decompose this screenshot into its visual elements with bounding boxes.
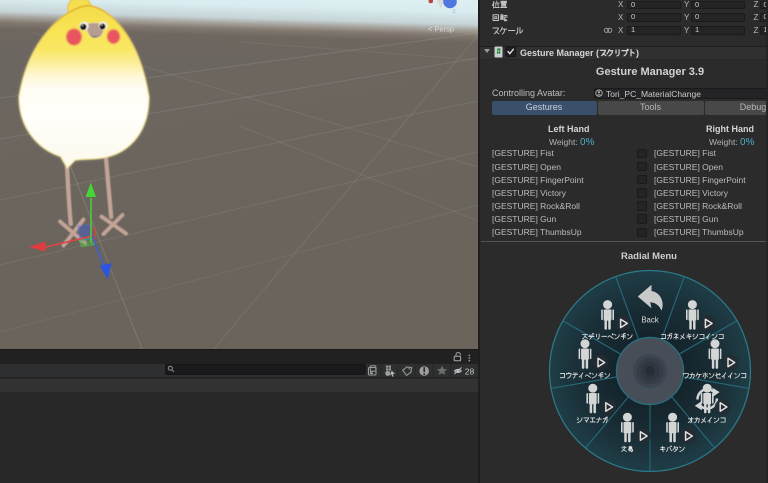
svg-text:Back: Back <box>641 316 658 325</box>
